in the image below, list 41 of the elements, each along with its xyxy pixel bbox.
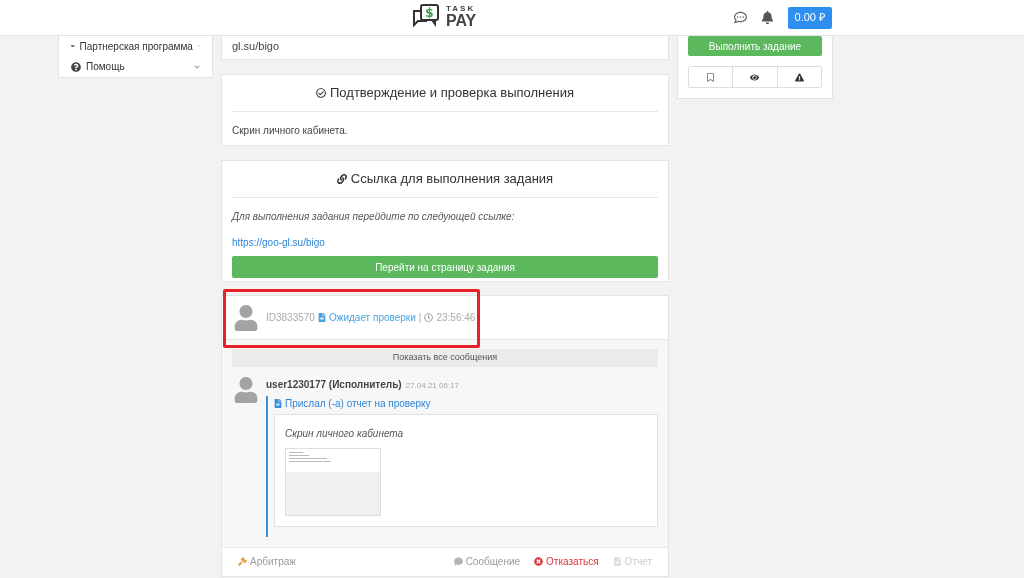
sidebar-item[interactable]: Помощь (59, 56, 212, 77)
document-icon (612, 557, 622, 567)
section-title: Ссылка для выполнения задания (350, 170, 554, 189)
sidebar-item[interactable]: Партнерская программа (59, 36, 212, 57)
logo-text: TASK (446, 5, 477, 13)
open-task-button[interactable]: Перейти на страницу задания (232, 256, 658, 278)
message-link[interactable]: Сообщение (453, 554, 521, 570)
clock-icon (424, 313, 434, 322)
link-icon (336, 174, 347, 184)
warning-icon (794, 72, 804, 82)
instruction-text: Для выполнения задания перейдите по следующей ссылке: (232, 211, 515, 222)
refuse-link[interactable]: Отказаться (534, 554, 599, 570)
show-all-button[interactable]: Показать все сообщения (232, 348, 658, 367)
bell-icon[interactable] (760, 11, 774, 24)
speech-bubble-icon (453, 557, 463, 567)
gavel-icon (238, 557, 247, 567)
section-title: Подтверждение и проверка выполнения (330, 84, 574, 103)
author-name: user1230177 (Исполнитель) (266, 377, 402, 392)
document-icon (274, 398, 282, 408)
bookmark-icon (706, 72, 716, 82)
timer-text: 23:56:46 (436, 311, 476, 325)
avatar-icon (234, 376, 258, 403)
link-text: gl.su/bigo (232, 40, 280, 52)
arbitration-link[interactable]: Арбитраж (238, 554, 296, 570)
eye-icon (750, 72, 760, 82)
report-title: Скрин личного кабинета (285, 427, 404, 439)
screenshot-thumbnail[interactable] (285, 448, 381, 517)
task-link[interactable]: https://goo-gl.su/bigo (232, 236, 325, 248)
balance-button[interactable]: 0.00 ₽ (787, 6, 832, 29)
complete-task-button[interactable]: Выполнить задание (688, 36, 822, 56)
report-id: ID3833570 (266, 311, 315, 325)
chat-icon[interactable] (733, 11, 747, 24)
confirmation-text: Скрин личного кабинета. (232, 125, 348, 136)
logo-text: PAY (446, 13, 477, 29)
message-date: 27.04.21 06:17 (405, 379, 460, 392)
separator-text: | (418, 311, 422, 325)
avatar-icon (234, 304, 258, 331)
status-text: Ожидает проверки (328, 311, 416, 325)
help-icon (71, 61, 81, 72)
action-text: Прислал (-а) отчет на проверку (285, 396, 431, 411)
document-icon (317, 313, 326, 322)
